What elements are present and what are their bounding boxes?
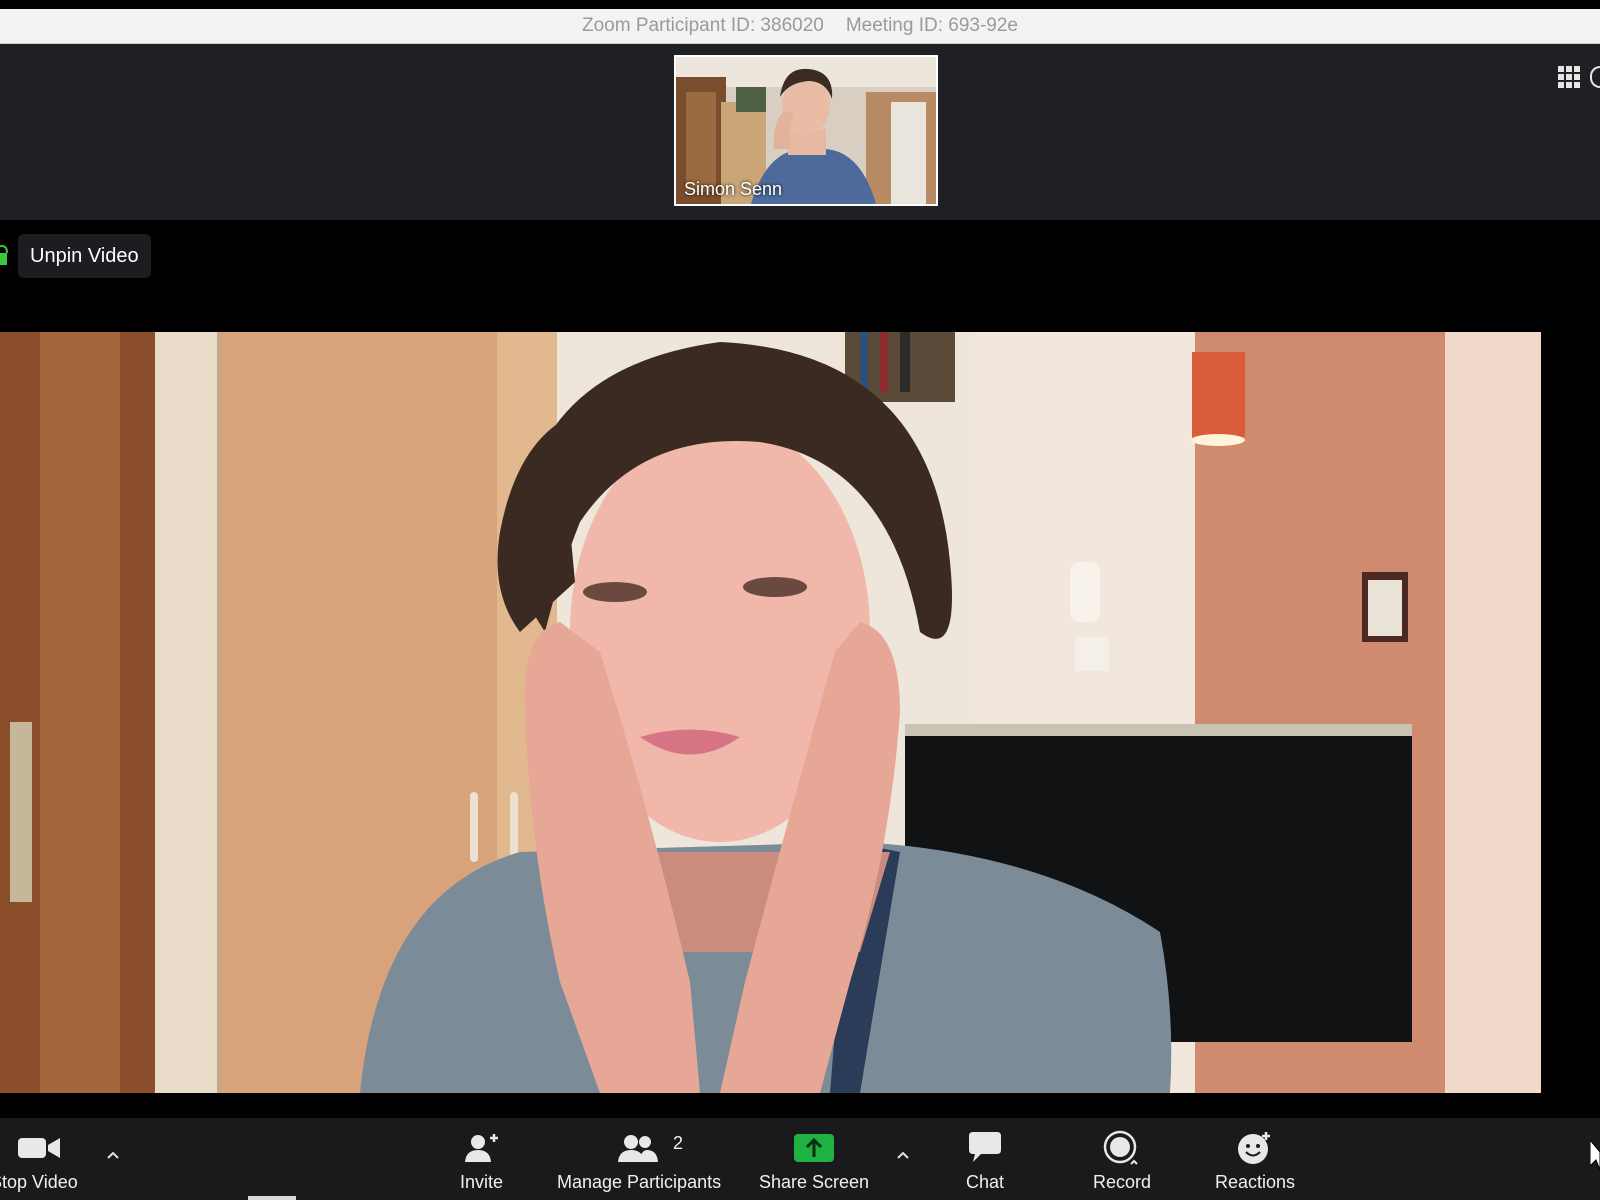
share-arrow-icon <box>794 1134 835 1162</box>
participant-thumbnail[interactable]: Simon Senn <box>674 55 938 206</box>
record-icon <box>1103 1130 1138 1165</box>
participant-id: Zoom Participant ID: 386020 <box>581 15 824 36</box>
reactions-button[interactable]: Reactions <box>1215 1130 1295 1193</box>
chat-label: Chat <box>966 1172 1005 1192</box>
video-camera-icon <box>17 1138 60 1158</box>
record-button[interactable]: Record <box>1093 1130 1151 1193</box>
participant-count-badge: 2 <box>673 1133 684 1153</box>
manage-participants-button[interactable]: Manage Participants <box>557 1130 721 1193</box>
pinned-video-feed <box>0 332 1541 1093</box>
share-screen-label: Share Screen <box>759 1172 870 1192</box>
record-label: Record <box>1093 1172 1152 1192</box>
reaction-smiley-icon <box>1238 1132 1271 1164</box>
share-options-chevron-icon[interactable] <box>896 1148 910 1162</box>
stop-video-button[interactable]: Stop Video <box>0 1130 78 1193</box>
chat-button[interactable]: Chat <box>966 1130 1004 1193</box>
stop-video-label: Stop Video <box>0 1172 78 1192</box>
window-title-bar: Zoom Participant ID: 386020 Meeting ID: … <box>0 9 1600 44</box>
mouse-cursor-icon <box>1590 1140 1600 1170</box>
add-person-icon <box>464 1134 498 1162</box>
invite-button[interactable]: Invite <box>460 1130 503 1193</box>
share-screen-button[interactable]: Share Screen <box>759 1130 869 1193</box>
top-edge <box>0 0 1600 9</box>
lock-icon <box>0 244 8 265</box>
invite-label: Invite <box>460 1172 504 1192</box>
grid-view-icon[interactable] <box>1558 66 1580 88</box>
chat-bubble-icon <box>969 1132 1002 1162</box>
thumbnail-name-label: Simon Senn <box>684 179 783 199</box>
participants-icon <box>618 1135 659 1162</box>
unpin-video-button[interactable]: Unpin Video <box>18 234 151 278</box>
chevron-up-icon[interactable] <box>106 1148 120 1162</box>
manage-participants-label: Manage Participants <box>557 1172 722 1192</box>
meeting-id: Meeting ID: 693-92е <box>845 15 1019 36</box>
speaker-video <box>0 332 1541 1093</box>
toolbar-divider <box>248 1196 296 1200</box>
reactions-label: Reactions <box>1215 1172 1296 1192</box>
